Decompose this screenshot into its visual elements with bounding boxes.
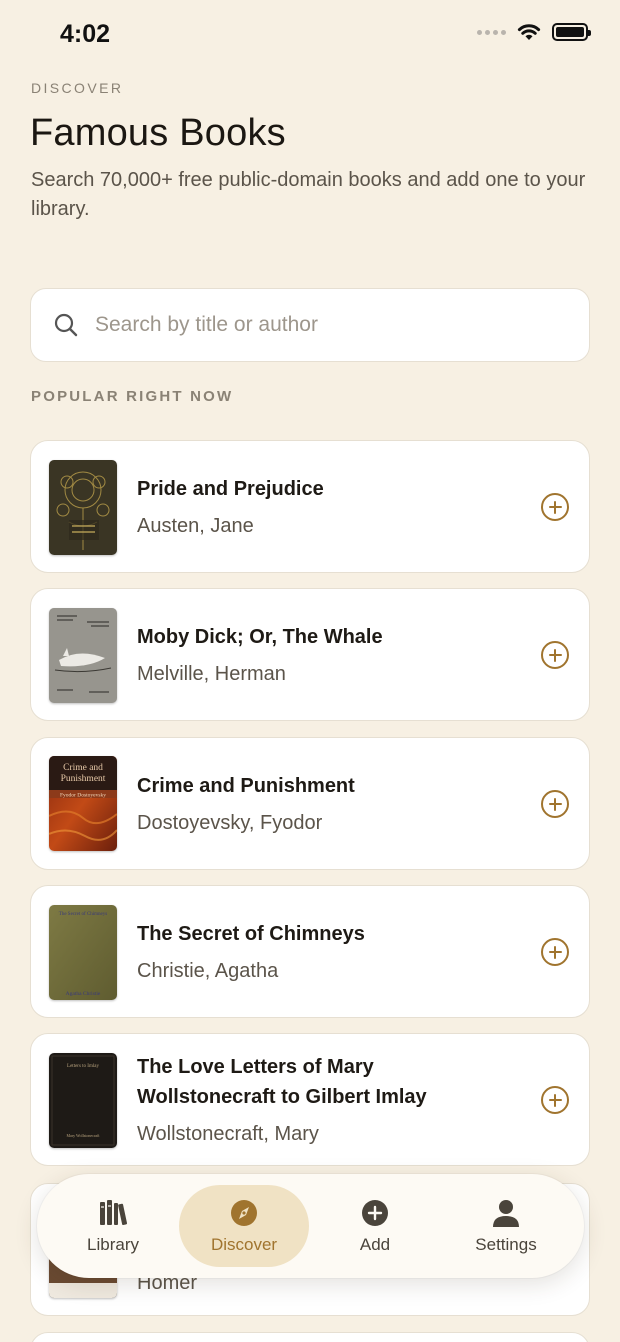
- section-label-popular: POPULAR RIGHT NOW: [31, 388, 234, 405]
- signal-icon: [477, 29, 506, 35]
- book-cover-image: [49, 460, 117, 555]
- compass-icon: [231, 1200, 257, 1226]
- book-card[interactable]: Pride and Prejudice Austen, Jane: [30, 440, 590, 573]
- book-author: Melville, Herman: [137, 663, 286, 685]
- book-card[interactable]: The Secret of Chimneys Agatha Christie T…: [30, 885, 590, 1018]
- tab-settings[interactable]: Settings: [441, 1185, 571, 1267]
- book-cover-image: The Secret of Chimneys Agatha Christie: [49, 905, 117, 1000]
- book-title: Crime and Punishment: [137, 775, 355, 797]
- cover-text: Mary Wollstonecraft: [66, 1133, 100, 1138]
- book-card[interactable]: Letters to Imlay Mary Wollstonecraft The…: [30, 1033, 590, 1166]
- book-author: Dostoyevsky, Fyodor: [137, 812, 323, 834]
- status-bar: 4:02: [0, 0, 620, 70]
- cover-text: Agatha Christie: [66, 991, 101, 997]
- search-icon: [54, 313, 78, 337]
- tab-add[interactable]: Add: [310, 1185, 440, 1267]
- add-book-button[interactable]: [541, 790, 569, 818]
- book-card[interactable]: Crime and Punishment Fyodor Dostoyevsky …: [30, 737, 590, 870]
- bottom-tab-bar: Library Discover Add Settings: [37, 1174, 584, 1278]
- books-icon: [100, 1200, 128, 1225]
- page-eyebrow: DISCOVER: [31, 80, 124, 96]
- book-title: Pride and Prejudice: [137, 478, 324, 500]
- book-title: Moby Dick; Or, The Whale: [137, 626, 383, 648]
- tab-library[interactable]: Library: [48, 1185, 178, 1267]
- page-subtitle: Search 70,000+ free public-domain books …: [31, 169, 586, 220]
- tab-label: Add: [359, 1235, 391, 1254]
- tab-label: Library: [87, 1235, 139, 1254]
- book-author: Wollstonecraft, Mary: [137, 1123, 319, 1145]
- cover-text: The Secret of Chimneys: [59, 912, 108, 917]
- add-book-button[interactable]: [541, 641, 569, 669]
- plus-circle-icon: [362, 1200, 388, 1226]
- book-title: The Love Letters of Mary Wollstonecraft …: [137, 1056, 427, 1108]
- add-book-button[interactable]: [541, 938, 569, 966]
- book-author: Austen, Jane: [137, 515, 254, 537]
- book-author: Christie, Agatha: [137, 960, 279, 982]
- person-icon: [493, 1200, 519, 1227]
- book-cover-image: Letters to Imlay Mary Wollstonecraft: [49, 1053, 117, 1148]
- tab-discover[interactable]: Discover: [179, 1185, 309, 1267]
- cover-text: Fyodor Dostoyevsky: [60, 793, 106, 799]
- cover-text: Punishment: [61, 774, 106, 784]
- tab-label: Discover: [210, 1235, 278, 1254]
- search-box[interactable]: [30, 288, 590, 362]
- cover-text: Crime and: [63, 763, 103, 773]
- wifi-icon: [517, 24, 541, 40]
- book-title: The Secret of Chimneys: [137, 923, 365, 945]
- book-cover-image: Crime and Punishment Fyodor Dostoyevsky: [49, 756, 117, 851]
- search-input[interactable]: [95, 313, 535, 337]
- cover-text: Letters to Imlay: [67, 1064, 99, 1069]
- battery-icon: [552, 23, 591, 41]
- status-time: 4:02: [60, 20, 111, 48]
- book-card[interactable]: [30, 1332, 590, 1342]
- page-title: Famous Books: [30, 112, 286, 154]
- add-book-button[interactable]: [541, 1086, 569, 1114]
- book-card[interactable]: Moby Dick; Or, The Whale Melville, Herma…: [30, 588, 590, 721]
- tab-label: Settings: [475, 1235, 537, 1254]
- add-book-button[interactable]: [541, 493, 569, 521]
- status-icons: [477, 22, 591, 42]
- book-cover-image: [49, 608, 117, 703]
